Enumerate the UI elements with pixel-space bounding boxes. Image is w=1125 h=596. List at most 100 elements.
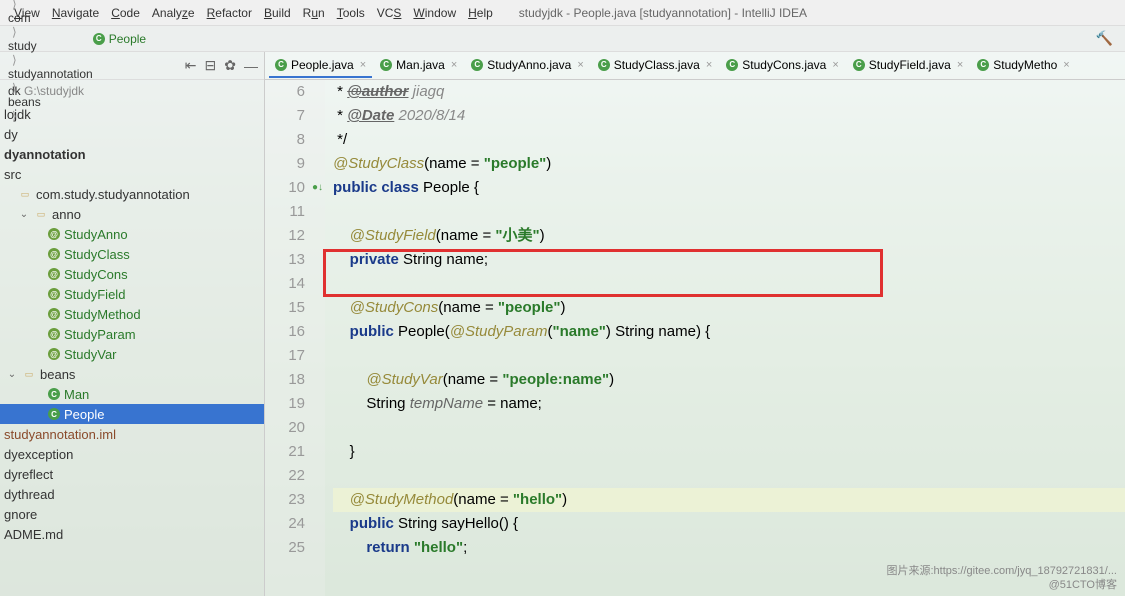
code-line[interactable]: @StudyMethod(name = "hello") [333, 488, 1125, 512]
code-lines[interactable]: * @author jiagq * @Date 2020/8/14 */@Stu… [325, 80, 1125, 596]
tree-item[interactable]: src [0, 164, 264, 184]
annotation-icon: @ [48, 328, 60, 340]
tree-item[interactable]: ADME.md [0, 524, 264, 544]
close-icon[interactable]: × [957, 59, 963, 71]
close-icon[interactable]: × [1063, 59, 1069, 71]
settings-icon[interactable]: ✿ [224, 57, 236, 74]
code-line[interactable]: public People(@StudyParam("name") String… [333, 320, 1125, 344]
line-number: 16 [265, 320, 305, 344]
tab-label: StudyClass.java [614, 58, 700, 72]
code-line[interactable]: public String sayHello() { [333, 512, 1125, 536]
tree-item[interactable]: @StudyMethod [0, 304, 264, 324]
class-icon: C [598, 59, 610, 71]
watermark: 图片来源:https://gitee.com/jyq_18792721831/.… [886, 564, 1117, 592]
line-number: 12 [265, 224, 305, 248]
editor-tab[interactable]: CMan.java× [374, 54, 463, 78]
chevron-down-icon: ⌄ [18, 209, 30, 220]
tab-label: Man.java [396, 58, 445, 72]
project-sidebar: ⇤ ⊟ ✿ — dk G:\studyjdk lojdk dy dyannota… [0, 52, 265, 596]
line-number: 6 [265, 80, 305, 104]
code-line[interactable] [333, 272, 1125, 296]
code-line[interactable]: @StudyVar(name = "people:name") [333, 368, 1125, 392]
code-line[interactable] [333, 344, 1125, 368]
tree-item[interactable]: @StudyParam [0, 324, 264, 344]
expand-icon[interactable]: ⊟ [205, 57, 217, 74]
code-line[interactable]: @StudyField(name = "小美") [333, 224, 1125, 248]
line-number: 8 [265, 128, 305, 152]
annotation-icon: @ [48, 288, 60, 300]
editor-tab[interactable]: CStudyField.java× [847, 54, 969, 78]
collapse-icon[interactable]: ⇤ [185, 57, 197, 74]
tree-item[interactable]: @StudyClass [0, 244, 264, 264]
project-tree: lojdk dy dyannotation src ▭com.study.stu… [0, 102, 264, 596]
tree-label: dyreflect [4, 467, 53, 482]
tree-item[interactable]: dyexception [0, 444, 264, 464]
code-editor[interactable]: 678910●↓111213141516171819202122232425 *… [265, 80, 1125, 596]
tree-item-selected[interactable]: CPeople [0, 404, 264, 424]
breadcrumb-final[interactable]: People [109, 32, 146, 46]
close-icon[interactable]: × [577, 59, 583, 71]
menu-analyze[interactable]: Analyze [146, 6, 201, 20]
menu-run[interactable]: Run [297, 6, 331, 20]
menu-vcs[interactable]: VCS [371, 6, 408, 20]
code-line[interactable]: */ [333, 128, 1125, 152]
chevron-right-icon: ⟩ [12, 53, 17, 67]
tree-item[interactable]: dyannotation [0, 144, 264, 164]
tree-item[interactable]: @StudyField [0, 284, 264, 304]
editor-tab[interactable]: CStudyCons.java× [720, 54, 844, 78]
build-icon[interactable]: 🔨 [1096, 30, 1113, 47]
tree-item[interactable]: @StudyAnno [0, 224, 264, 244]
editor-tab[interactable]: CStudyMetho× [971, 54, 1075, 78]
code-line[interactable] [333, 200, 1125, 224]
breadcrumb-item[interactable]: study [8, 39, 93, 53]
code-line[interactable]: * @Date 2020/8/14 [333, 104, 1125, 128]
line-number: 23 [265, 488, 305, 512]
editor-tab[interactable]: CStudyAnno.java× [465, 54, 590, 78]
tree-item[interactable]: dy [0, 124, 264, 144]
tree-item[interactable]: dyreflect [0, 464, 264, 484]
breadcrumb-item[interactable]: com [8, 11, 93, 25]
tree-item[interactable]: dythread [0, 484, 264, 504]
code-line[interactable] [333, 416, 1125, 440]
close-icon[interactable]: × [451, 59, 457, 71]
code-line[interactable]: return "hello"; [333, 536, 1125, 560]
tree-item[interactable]: CMan [0, 384, 264, 404]
tree-item[interactable]: ⌄▭anno [0, 204, 264, 224]
code-line[interactable]: } [333, 440, 1125, 464]
editor-tab[interactable]: CPeople.java× [269, 54, 372, 78]
tree-item[interactable]: ⌄▭beans [0, 364, 264, 384]
menu-build[interactable]: Build [258, 6, 297, 20]
menu-help[interactable]: Help [462, 6, 499, 20]
breadcrumb-item[interactable]: studyannotation [8, 67, 93, 81]
code-line[interactable]: private String name; [333, 248, 1125, 272]
code-line[interactable]: @StudyClass(name = "people") [333, 152, 1125, 176]
close-icon[interactable]: × [706, 59, 712, 71]
line-number: 14 [265, 272, 305, 296]
line-number: 20 [265, 416, 305, 440]
tree-item[interactable]: @StudyVar [0, 344, 264, 364]
tree-item[interactable]: ▭com.study.studyannotation [0, 184, 264, 204]
tab-label: StudyField.java [869, 58, 951, 72]
code-line[interactable]: String tempName = name; [333, 392, 1125, 416]
code-line[interactable] [333, 464, 1125, 488]
code-line[interactable]: public class People { [333, 176, 1125, 200]
tree-item[interactable]: @StudyCons [0, 264, 264, 284]
menu-tools[interactable]: Tools [331, 6, 371, 20]
editor-tab[interactable]: C StudyClass.java × [592, 54, 718, 78]
menu-bar: View Navigate Code Analyze Refactor Buil… [0, 0, 1125, 26]
gutter: 678910●↓111213141516171819202122232425 [265, 80, 325, 596]
menu-refactor[interactable]: Refactor [201, 6, 258, 20]
menu-code[interactable]: Code [105, 6, 146, 20]
tree-item[interactable]: studyannotation.iml [0, 424, 264, 444]
hide-icon[interactable]: — [244, 58, 258, 74]
tree-item[interactable]: gnore [0, 504, 264, 524]
close-icon[interactable]: × [360, 59, 366, 71]
menu-window[interactable]: Window [407, 6, 462, 20]
code-line[interactable]: * @author jiagq [333, 80, 1125, 104]
folder-icon: ▭ [22, 367, 36, 381]
annotation-icon: @ [48, 268, 60, 280]
tab-label: StudyMetho [993, 58, 1057, 72]
close-icon[interactable]: × [832, 59, 838, 71]
code-line[interactable]: @StudyCons(name = "people") [333, 296, 1125, 320]
breadcrumb-item[interactable]: beans [8, 95, 93, 109]
